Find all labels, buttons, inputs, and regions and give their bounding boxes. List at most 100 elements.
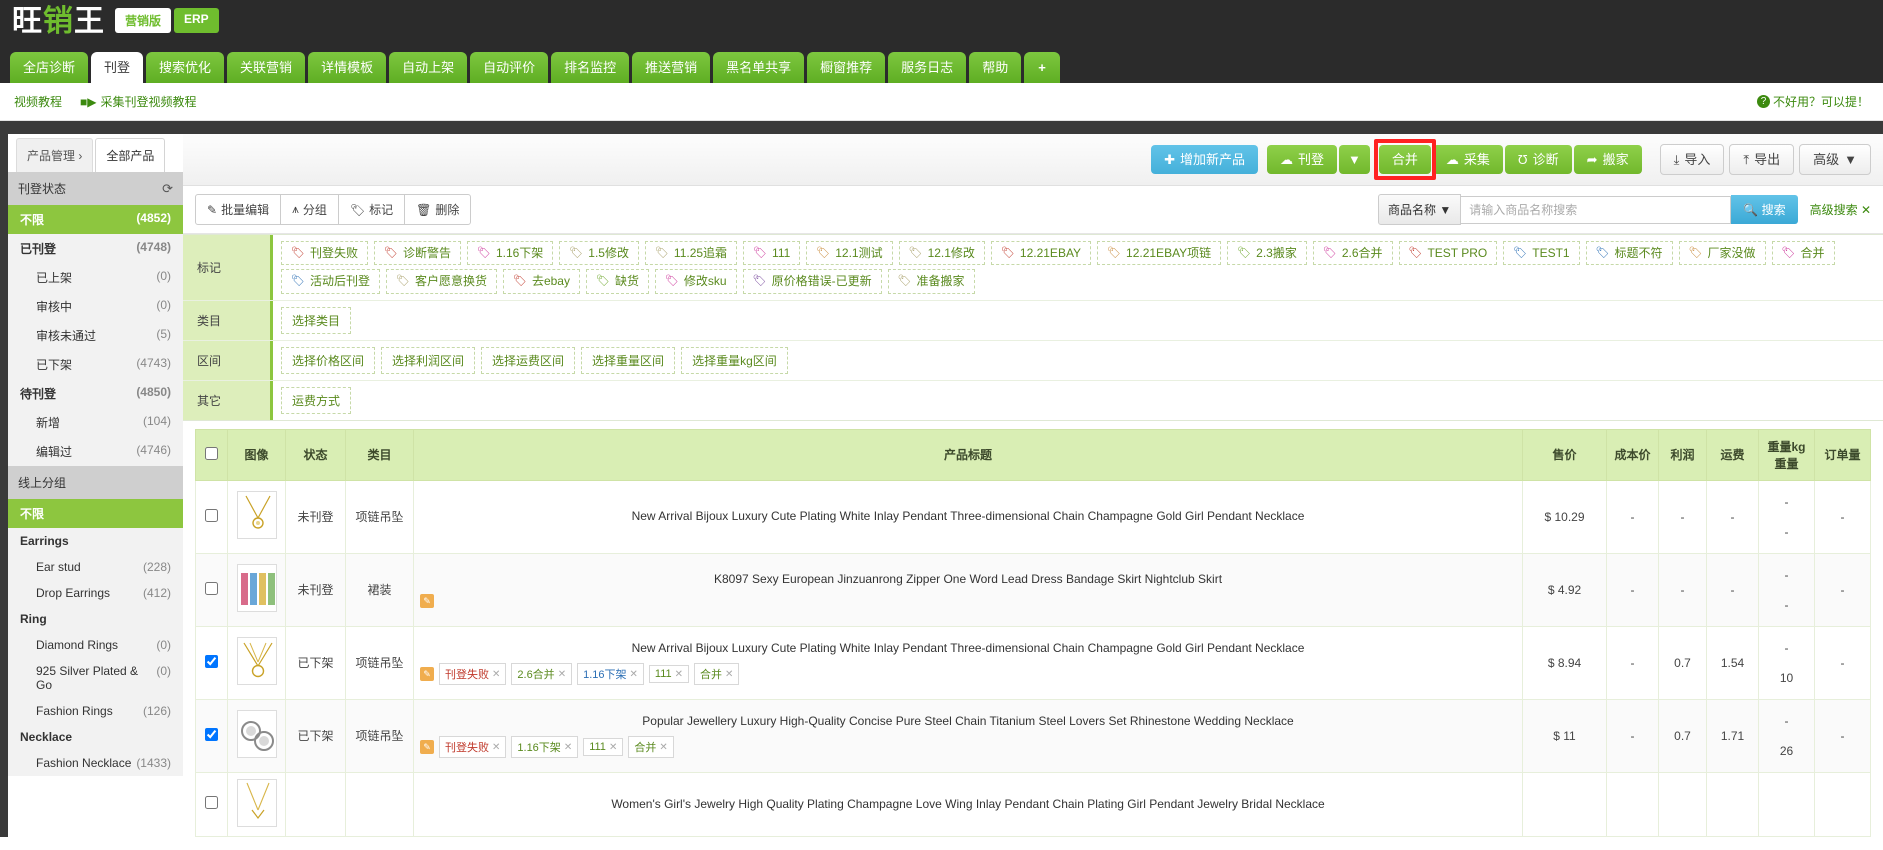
- product-thumbnail[interactable]: [236, 778, 277, 827]
- close-icon[interactable]: ✕: [630, 669, 638, 680]
- mark-tag-r2-5[interactable]: 🏷 修改sku: [654, 269, 737, 294]
- mark-tag-r1-10[interactable]: 🏷 2.3搬家: [1227, 241, 1307, 266]
- row-tag-0[interactable]: 刊登失败 ✕: [439, 736, 507, 759]
- import-button[interactable]: ⤓ 导入: [1659, 144, 1725, 175]
- mark-tag-r2-6[interactable]: 🏷 原价格错误-已更新: [742, 269, 882, 294]
- mark-tag-r1-2[interactable]: 🏷 1.16下架: [466, 241, 554, 266]
- row-image-cell[interactable]: [227, 479, 286, 554]
- tab-all-products[interactable]: 全部产品: [95, 138, 166, 172]
- move-button[interactable]: ➦ 搬家: [1573, 145, 1642, 174]
- row-checkbox[interactable]: [205, 581, 218, 595]
- mark-tag-r1-9[interactable]: 🏷 12.21EBAY项链: [1097, 241, 1222, 266]
- tab-6[interactable]: 自动评价: [470, 52, 549, 83]
- mark-tag-r1-3[interactable]: 🏷 1.5修改: [559, 241, 639, 266]
- advanced-button[interactable]: 高级 ▼: [1799, 144, 1871, 175]
- publish-dropdown-button[interactable]: ▼: [1339, 145, 1370, 174]
- merge-button[interactable]: 合并: [1378, 145, 1431, 174]
- table-row[interactable]: Women's Girl's Jewelry High Quality Plat…: [195, 771, 1871, 837]
- app-logo[interactable]: 旺销王: [12, 2, 105, 42]
- mark-tag-r2-2[interactable]: 🏷 客户愿意换货: [385, 269, 497, 294]
- advanced-search-link[interactable]: 高级搜索 ✕: [1810, 201, 1871, 218]
- tab-0[interactable]: 全店诊断: [10, 52, 89, 83]
- close-icon[interactable]: ✕: [659, 742, 667, 753]
- sidebar-item-group-4[interactable]: Ring: [8, 606, 183, 632]
- badge-marketing-edition[interactable]: 营销版: [115, 8, 172, 33]
- product-thumbnail[interactable]: [236, 491, 277, 540]
- other-chip-0[interactable]: 运费方式: [281, 386, 352, 414]
- publish-button[interactable]: ☁ 刊登: [1267, 145, 1338, 174]
- delete-button[interactable]: 🗑 删除: [404, 194, 472, 225]
- category-chip-0[interactable]: 选择类目: [281, 306, 352, 334]
- sidebar-item-status-7[interactable]: 新增 (104): [8, 408, 183, 437]
- row-tag-0[interactable]: 刊登失败 ✕: [439, 663, 507, 686]
- row-tag-2[interactable]: 111 ✕: [583, 738, 624, 757]
- sidebar-item-group-7[interactable]: Fashion Rings (126): [8, 698, 183, 724]
- row-image-cell[interactable]: [227, 698, 286, 773]
- collect-button[interactable]: ☁ 采集: [1432, 145, 1503, 174]
- close-icon[interactable]: ✕: [492, 669, 500, 680]
- product-title[interactable]: New Arrival Bijoux Luxury Cute Plating W…: [420, 508, 1516, 525]
- mark-tag-r1-11[interactable]: 🏷 2.6合并: [1312, 241, 1393, 266]
- tab-11[interactable]: 服务日志: [888, 52, 967, 83]
- sidebar-item-group-0[interactable]: 不限: [8, 499, 183, 528]
- close-icon[interactable]: ✕: [725, 669, 733, 680]
- mark-button[interactable]: 🏷 标记: [337, 194, 406, 225]
- range-chip-4[interactable]: 选择重量kg区间: [681, 346, 788, 374]
- row-image-cell[interactable]: [227, 771, 286, 837]
- close-icon[interactable]: ✕: [675, 669, 683, 680]
- tab-4[interactable]: 详情模板: [308, 52, 387, 83]
- refresh-icon[interactable]: ⟳: [162, 181, 173, 197]
- mark-tag-r1-14[interactable]: 🏷 标题不符: [1585, 241, 1673, 266]
- row-tag-4[interactable]: 合并 ✕: [694, 663, 740, 686]
- range-chip-0[interactable]: 选择价格区间: [281, 346, 376, 374]
- table-row[interactable]: 已下架 项链吊坠 New Arrival Bijoux Luxury Cute Pl…: [195, 625, 1871, 700]
- range-chip-1[interactable]: 选择利润区间: [381, 346, 476, 374]
- sidebar-item-status-8[interactable]: 编辑过 (4746): [8, 437, 183, 466]
- mark-tag-r2-4[interactable]: 🏷 缺货: [585, 269, 649, 294]
- close-icon[interactable]: ✕: [492, 742, 500, 753]
- export-button[interactable]: ⤒ 导出: [1729, 144, 1795, 175]
- row-checkbox[interactable]: [205, 727, 218, 741]
- tab-5[interactable]: 自动上架: [389, 52, 468, 83]
- range-chip-3[interactable]: 选择重量区间: [581, 346, 676, 374]
- edit-icon[interactable]: ✎: [420, 594, 434, 609]
- search-field-selector[interactable]: 商品名称 ▼: [1378, 194, 1462, 225]
- search-input[interactable]: [1461, 195, 1732, 224]
- search-button[interactable]: 🔍 搜索: [1731, 195, 1798, 224]
- tab-7[interactable]: 排名监控: [551, 52, 630, 83]
- row-tag-1[interactable]: 1.16下架 ✕: [511, 736, 579, 759]
- tab-12[interactable]: 帮助: [969, 52, 1022, 83]
- mark-tag-r2-1[interactable]: 🏷 活动后刊登: [281, 269, 380, 294]
- diagnose-button[interactable]: Ʊ 诊断: [1504, 145, 1572, 174]
- table-row[interactable]: 已下架 项链吊坠 Popular Jewellery Luxury High-Qua…: [195, 698, 1871, 773]
- product-thumbnail[interactable]: [236, 710, 277, 759]
- product-title[interactable]: Women's Girl's Jewelry High Quality Plat…: [420, 796, 1516, 813]
- mark-tag-r1-6[interactable]: 🏷 12.1测试: [806, 241, 893, 266]
- row-tag-1[interactable]: 2.6合并 ✕: [511, 663, 573, 686]
- collect-tutorial-link[interactable]: ■▶ 采集刊登视频教程: [80, 93, 197, 110]
- row-tag-2[interactable]: 1.16下架 ✕: [577, 663, 644, 686]
- mark-tag-r1-8[interactable]: 🏷 12.21EBAY: [990, 241, 1092, 266]
- row-tag-3[interactable]: 合并 ✕: [628, 736, 674, 759]
- sidebar-item-group-6[interactable]: 925 Silver Plated & Go (0): [8, 658, 183, 698]
- product-title[interactable]: K8097 Sexy European Jinzuanrong Zipper O…: [420, 571, 1516, 588]
- sidebar-item-group-3[interactable]: Drop Earrings (412): [8, 580, 183, 606]
- mark-tag-r2-0[interactable]: 🏷 合并: [1771, 241, 1835, 266]
- product-title[interactable]: New Arrival Bijoux Luxury Cute Plating W…: [420, 640, 1516, 657]
- tab-1[interactable]: 刊登: [91, 52, 144, 83]
- close-icon[interactable]: ✕: [558, 669, 566, 680]
- sidebar-item-group-8[interactable]: Necklace: [8, 724, 183, 750]
- product-thumbnail[interactable]: [236, 564, 277, 613]
- add-product-button[interactable]: ✚ 增加新产品: [1151, 145, 1258, 174]
- mark-tag-r1-1[interactable]: 🏷 诊断警告: [373, 241, 461, 266]
- tab-2[interactable]: 搜索优化: [146, 52, 225, 83]
- product-thumbnail[interactable]: [236, 637, 277, 686]
- close-icon[interactable]: ✕: [609, 742, 617, 753]
- range-chip-2[interactable]: 选择运费区间: [481, 346, 576, 374]
- tab-10[interactable]: 橱窗推荐: [807, 52, 886, 83]
- mark-tag-r2-7[interactable]: 🏷 准备搬家: [887, 269, 975, 294]
- row-image-cell[interactable]: [227, 552, 286, 627]
- row-checkbox[interactable]: [205, 654, 218, 668]
- feedback-link[interactable]: ? 不好用？可以提！: [1756, 93, 1869, 110]
- video-tutorial-link[interactable]: 视频教程: [14, 93, 62, 110]
